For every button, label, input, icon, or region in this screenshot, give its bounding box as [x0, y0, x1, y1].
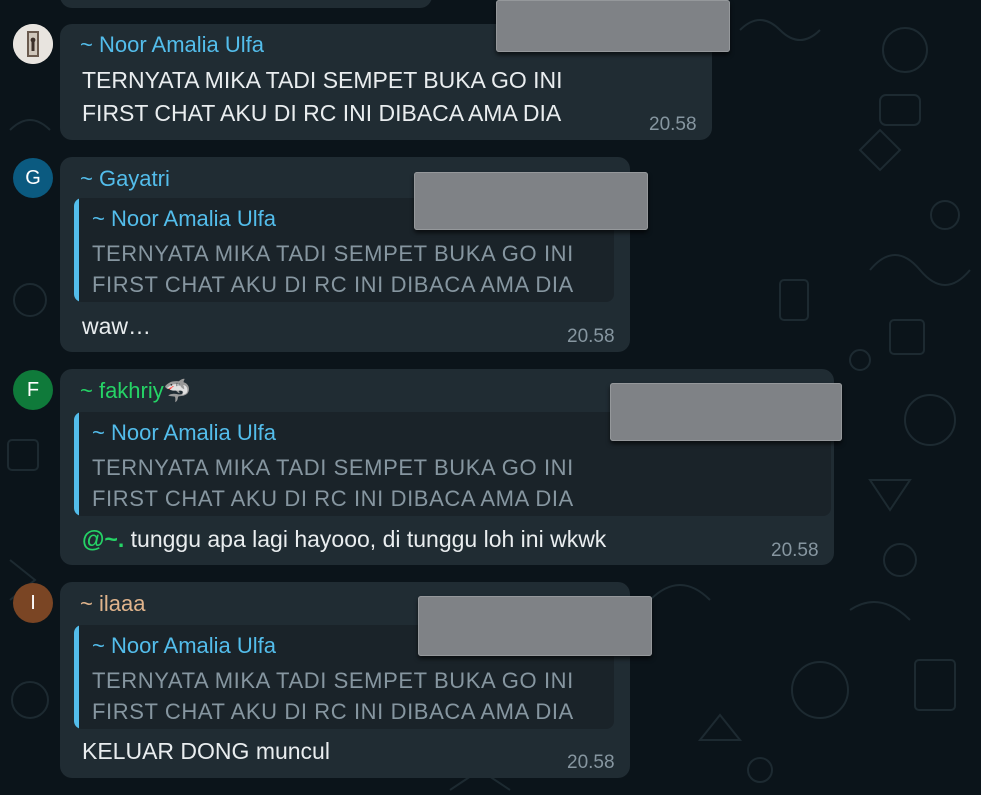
avatar[interactable]: G	[13, 158, 53, 198]
previous-message-bubble	[60, 0, 432, 8]
message-text: @~. tunggu apa lagi hayooo, di tunggu lo…	[82, 523, 606, 556]
quoted-sender: ~ Noor Amalia Ulfa	[92, 420, 277, 445]
message-text-line-2: FIRST CHAT AKU DI RC INI DIBACA AMA DIA	[82, 100, 562, 126]
message-body: tunggu apa lagi hayooo, di tunggu loh in…	[124, 526, 607, 552]
message-time: 20.58	[567, 326, 615, 347]
sender-name[interactable]: ~ fakhriy🦈	[80, 378, 191, 404]
avatar[interactable]: F	[13, 370, 53, 410]
redacted-phone-number	[418, 596, 652, 656]
redacted-phone-number	[610, 383, 842, 441]
quote-accent-bar	[74, 625, 79, 729]
sender-name[interactable]: ~ ilaaa	[80, 591, 145, 617]
message-time: 20.58	[649, 114, 697, 135]
quoted-text-line-1: TERNYATA MIKA TADI SEMPET BUKA GO INI	[92, 668, 574, 693]
quote-accent-bar	[74, 412, 79, 516]
quoted-sender: ~ Noor Amalia Ulfa	[92, 206, 277, 231]
avatar[interactable]	[13, 24, 53, 64]
quoted-text-line-1: TERNYATA MIKA TADI SEMPET BUKA GO INI	[92, 455, 574, 480]
message-time: 20.58	[567, 752, 615, 773]
avatar[interactable]: I	[13, 583, 53, 623]
quoted-text-line-2: FIRST CHAT AKU DI RC INI DIBACA AMA DIA	[92, 699, 574, 724]
redacted-phone-number	[496, 0, 730, 52]
message-text-line-1: TERNYATA MIKA TADI SEMPET BUKA GO INI	[82, 67, 563, 93]
message-text: waw…	[82, 313, 152, 339]
avatar-initial: I	[30, 591, 36, 614]
quoted-text-line-2: FIRST CHAT AKU DI RC INI DIBACA AMA DIA	[92, 272, 574, 297]
redacted-phone-number	[414, 172, 648, 230]
mention-link[interactable]: @~.	[82, 526, 124, 552]
message-time: 20.58	[771, 540, 819, 561]
message-text: KELUAR DONG muncul	[82, 738, 330, 764]
profile-photo-icon	[13, 24, 53, 64]
quote-accent-bar	[74, 198, 79, 302]
quoted-sender: ~ Noor Amalia Ulfa	[92, 633, 277, 658]
sender-name[interactable]: ~ Noor Amalia Ulfa	[80, 32, 264, 58]
quoted-text-line-2: FIRST CHAT AKU DI RC INI DIBACA AMA DIA	[92, 486, 574, 511]
quoted-text-line-1: TERNYATA MIKA TADI SEMPET BUKA GO INI	[92, 241, 574, 266]
avatar-initial: F	[26, 378, 40, 401]
avatar-initial: G	[25, 166, 41, 189]
sender-name[interactable]: ~ Gayatri	[80, 166, 170, 192]
